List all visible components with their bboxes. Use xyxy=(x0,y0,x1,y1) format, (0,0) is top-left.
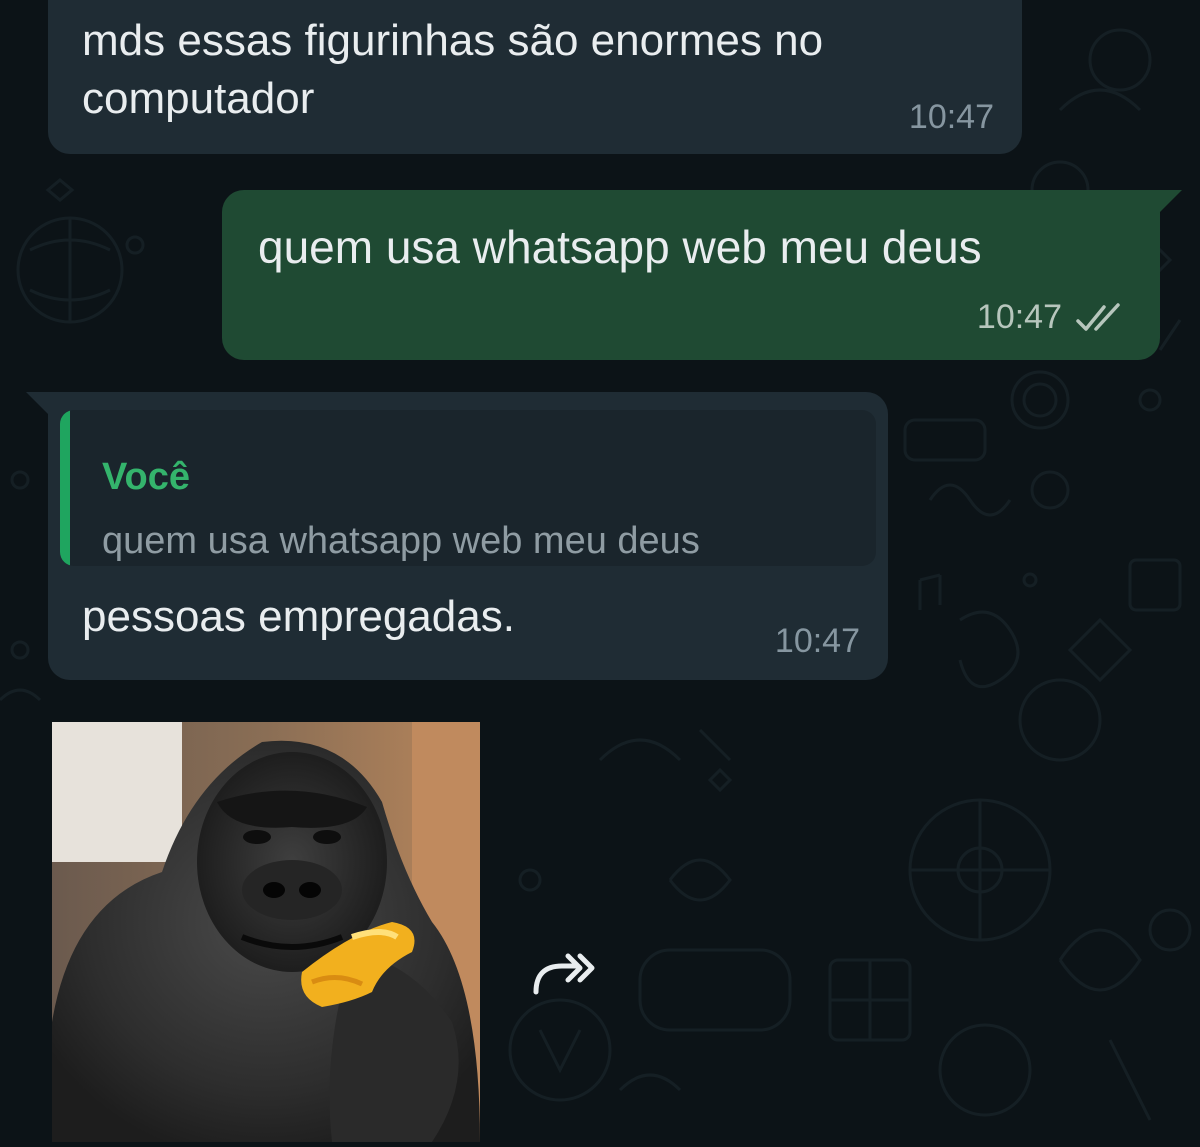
message-timestamp: 10:47 xyxy=(976,298,1062,336)
bubble-tail xyxy=(26,392,50,416)
quoted-text: quem usa whatsapp web meu deus xyxy=(102,520,700,562)
message-text: quem usa whatsapp web meu deus xyxy=(258,221,982,273)
message-text: pessoas empregadas. xyxy=(82,592,515,641)
bubble-tail xyxy=(1158,190,1182,214)
message-bubble-incoming[interactable]: mds essas figurinhas são enormes no comp… xyxy=(48,0,1022,154)
chat-area[interactable]: mds essas figurinhas são enormes no comp… xyxy=(0,0,1200,1147)
message-bubble-outgoing[interactable]: quem usa whatsapp web meu deus 10:47 xyxy=(222,190,1182,360)
quoted-message[interactable]: Você quem usa whatsapp web meu deus xyxy=(60,410,876,566)
message-timestamp: 10:47 xyxy=(774,622,860,660)
double-check-icon xyxy=(1076,302,1120,331)
message-meta: 10:47 xyxy=(977,298,1130,337)
forward-share-icon[interactable] xyxy=(528,948,604,1000)
message-timestamp: 10:47 xyxy=(908,98,994,136)
quote-accent-bar xyxy=(60,410,70,566)
message-text: mds essas figurinhas são enormes no comp… xyxy=(82,16,824,123)
gorilla-sticker[interactable] xyxy=(52,722,480,1142)
quoted-author: Você xyxy=(102,456,191,498)
message-bubble-incoming-reply[interactable]: Você quem usa whatsapp web meu deus pess… xyxy=(26,392,888,680)
gorilla-sticker-image xyxy=(52,722,480,1142)
